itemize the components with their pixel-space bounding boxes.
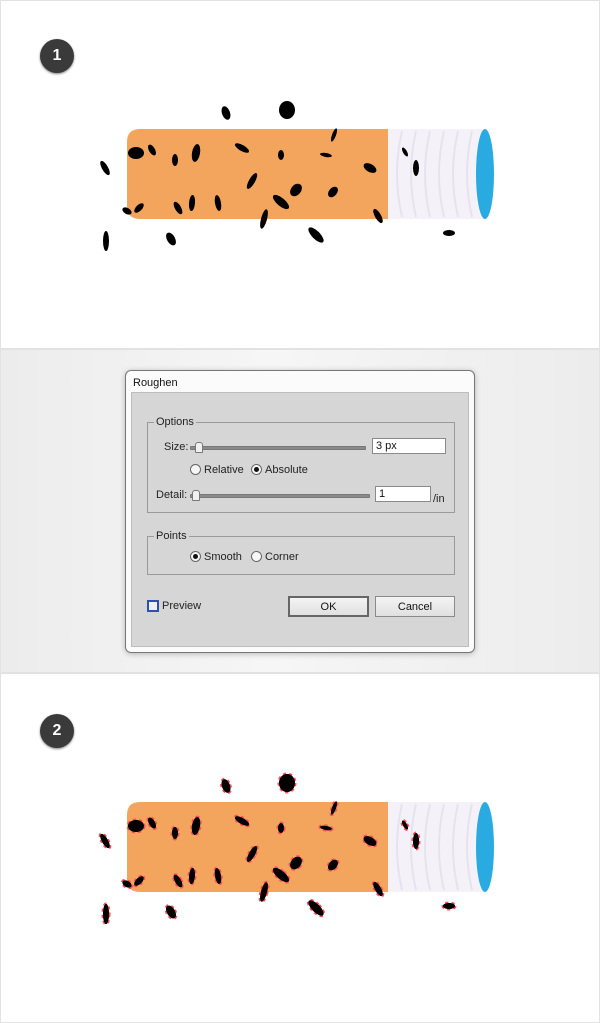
absolute-radio[interactable]	[251, 464, 262, 475]
cigarette	[126, 801, 495, 893]
roughen-dialog: Roughen Options Size: 3 px Relative Abso…	[125, 370, 475, 653]
dialog-title: Roughen	[133, 377, 178, 389]
size-label: Size:	[164, 441, 189, 453]
corner-radio[interactable]	[251, 551, 262, 562]
size-slider-thumb[interactable]	[195, 442, 203, 453]
detail-input[interactable]: 1	[375, 486, 431, 502]
detail-slider[interactable]	[190, 490, 370, 501]
detail-unit: /in	[433, 493, 445, 505]
cigarette-illustration-2	[96, 772, 495, 926]
corner-label[interactable]: Corner	[265, 551, 299, 563]
cancel-button[interactable]: Cancel	[375, 596, 455, 617]
dialog-body: Options Size: 3 px Relative Absolute Det…	[131, 392, 469, 647]
ok-button[interactable]: OK	[288, 596, 369, 617]
cigarette-illustration-1	[98, 101, 495, 251]
preview-checkbox[interactable]	[147, 600, 159, 612]
relative-radio[interactable]	[190, 464, 201, 475]
cigarette	[126, 128, 495, 220]
detail-slider-thumb[interactable]	[192, 490, 200, 501]
absolute-label[interactable]: Absolute	[265, 464, 308, 476]
preview-label[interactable]: Preview	[162, 600, 201, 612]
points-legend: Points	[156, 530, 187, 542]
smooth-radio[interactable]	[190, 551, 201, 562]
size-input[interactable]: 3 px	[372, 438, 446, 454]
size-slider[interactable]	[190, 442, 366, 453]
relative-label[interactable]: Relative	[204, 464, 244, 476]
options-legend: Options	[156, 416, 194, 428]
smooth-label[interactable]: Smooth	[204, 551, 242, 563]
detail-label: Detail:	[156, 489, 188, 501]
